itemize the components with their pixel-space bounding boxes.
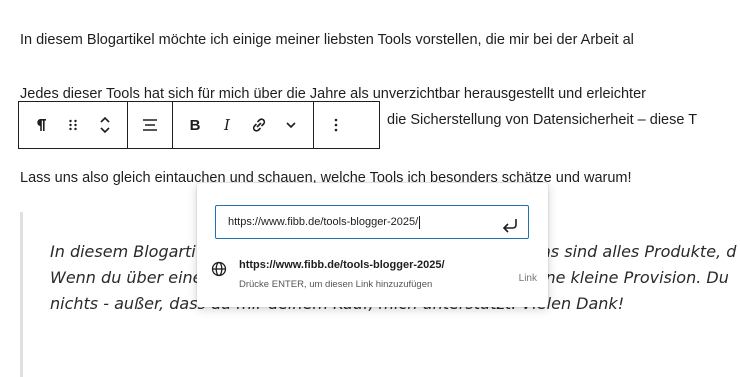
globe-icon — [211, 261, 227, 282]
vertical-ellipsis-icon[interactable] — [320, 102, 352, 148]
quote-border — [20, 212, 23, 377]
link-suggestion[interactable]: https://www.fibb.de/tools-blogger-2025/ … — [211, 257, 541, 299]
alignment-group — [128, 102, 173, 148]
italic-button[interactable]: I — [211, 102, 243, 148]
link-icon[interactable] — [243, 102, 275, 148]
options-group — [314, 102, 358, 148]
drag-handle-icon[interactable] — [57, 102, 89, 148]
block-type-group — [19, 102, 128, 148]
pilcrow-icon[interactable] — [25, 102, 57, 148]
quote-line-1[interactable]: In diesem Blogarti — [50, 239, 196, 265]
bold-button[interactable]: B — [179, 102, 211, 148]
quote-line-2-right[interactable]: ine kleine Provision. Du — [541, 265, 729, 291]
paragraph-intro[interactable]: In diesem Blogartikel möchte ich einige … — [20, 30, 634, 50]
align-icon[interactable] — [134, 102, 166, 148]
submit-link-icon[interactable] — [501, 214, 519, 246]
quote-line-1-right[interactable]: as sind alles Produkte, d — [541, 239, 736, 265]
link-url-input[interactable]: https://www.fibb.de/tools-blogger-2025/ — [215, 205, 529, 239]
format-group: B I — [173, 102, 314, 148]
block-toolbar: B I — [18, 101, 380, 149]
link-url-value: https://www.fibb.de/tools-blogger-2025/ — [228, 216, 419, 228]
suggestion-url: https://www.fibb.de/tools-blogger-2025/ — [239, 259, 445, 271]
quote-line-2[interactable]: Wenn du über eine — [50, 265, 203, 291]
suggestion-type: Link — [518, 273, 537, 284]
paragraph-tools-continued[interactable]: die Sicherstellung von Datensicherheit –… — [387, 110, 697, 130]
text-caret — [419, 215, 421, 229]
link-popover: https://www.fibb.de/tools-blogger-2025/ … — [197, 183, 548, 307]
chevron-down-icon[interactable] — [275, 102, 307, 148]
suggestion-hint: Drücke ENTER, um diesen Link hinzuzufüge… — [239, 279, 433, 290]
move-up-down-icon[interactable] — [89, 102, 121, 148]
